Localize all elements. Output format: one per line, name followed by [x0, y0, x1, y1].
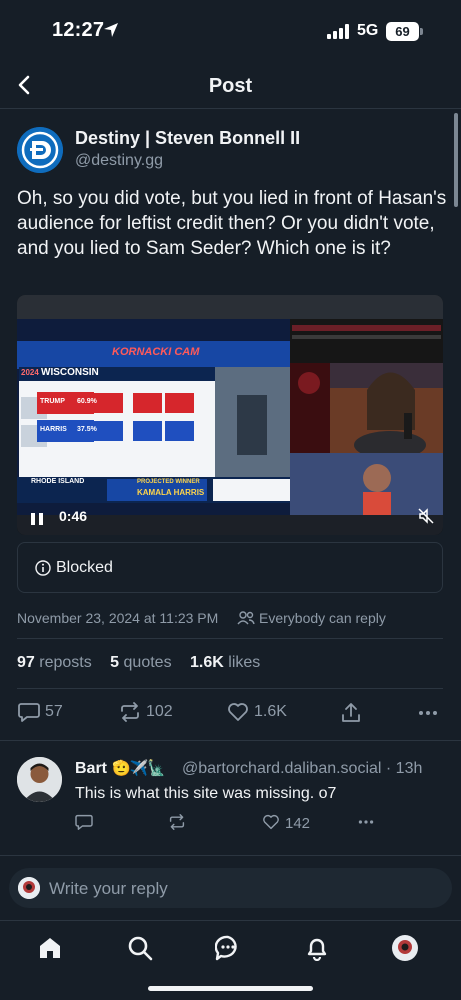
- reply-like-count: 142: [285, 815, 311, 832]
- author-name[interactable]: Destiny | Steven Bonnell II: [75, 128, 300, 149]
- status-bar: 12:27 5G 69: [0, 0, 461, 62]
- like-count: 1.6K: [254, 703, 287, 720]
- info-icon: [35, 560, 51, 576]
- avatar-photo: [17, 757, 62, 802]
- broadcast-banner: KORNACKI CAM: [112, 346, 200, 358]
- reply-author-emojis: 🫡✈️🗽: [112, 760, 166, 777]
- blocked-label: Blocked: [56, 559, 113, 576]
- reply-input-placeholder[interactable]: Write your reply: [49, 879, 168, 899]
- reply-more-button[interactable]: [356, 814, 376, 834]
- reply-author-name[interactable]: Bart: [75, 760, 107, 778]
- divider: [0, 855, 461, 856]
- comment-icon: [18, 703, 40, 722]
- reply-avatar[interactable]: [17, 757, 62, 802]
- bell-icon[interactable]: [304, 935, 330, 961]
- page-title: Post: [208, 75, 253, 97]
- reply-text: This is what this site was missing. o7: [75, 785, 337, 802]
- reply-button[interactable]: 57: [18, 700, 78, 724]
- quotes-label[interactable]: quotes: [124, 654, 172, 671]
- reposts-count[interactable]: 97: [17, 654, 35, 671]
- likes-count[interactable]: 1.6K: [190, 654, 224, 671]
- candidate-harris-pct: 37.5%: [77, 426, 97, 433]
- network-type: 5G: [357, 22, 379, 39]
- avatar-photo: [18, 877, 40, 899]
- reply-comment-button[interactable]: [75, 814, 95, 834]
- status-time: 12:27: [52, 19, 105, 41]
- current-user-avatar: [18, 877, 40, 899]
- nav-header: Post: [0, 62, 461, 109]
- projected-label: PROJECTED WINNER: [137, 479, 200, 485]
- video-time: 0:46: [59, 508, 88, 524]
- state-year: 2024: [21, 368, 39, 377]
- heart-icon: [228, 703, 248, 721]
- lower-state: RHODE ISLAND: [31, 478, 85, 485]
- home-indicator: [148, 986, 313, 991]
- video-player[interactable]: KORNACKI CAM 2024 WISCONSIN TRUMP 60.9% …: [17, 295, 443, 535]
- post-text: Oh, so you did vote, but you lied in fro…: [17, 188, 447, 259]
- heart-icon: [263, 814, 279, 830]
- reply-count: 57: [45, 703, 63, 720]
- reply-like-button[interactable]: 142: [262, 814, 322, 834]
- reposts-label[interactable]: reposts: [39, 654, 91, 671]
- state-title: WISCONSIN: [41, 367, 99, 378]
- likes-label[interactable]: likes: [228, 654, 260, 671]
- like-button[interactable]: 1.6K: [227, 700, 293, 724]
- divider: [0, 740, 461, 741]
- projected-name: KAMALA HARRIS: [137, 488, 205, 497]
- comment-icon: [75, 814, 93, 830]
- location-arrow-icon: [104, 23, 118, 37]
- author-avatar[interactable]: [17, 127, 63, 173]
- scrollbar[interactable]: [454, 113, 458, 207]
- reply-permission[interactable]: Everybody can reply: [259, 610, 386, 626]
- author-handle[interactable]: @destiny.gg: [75, 152, 163, 170]
- people-icon: [237, 611, 255, 625]
- ellipsis-icon: [419, 711, 437, 715]
- blocked-quote[interactable]: Blocked: [17, 542, 443, 593]
- pause-icon[interactable]: [30, 512, 44, 526]
- more-button[interactable]: [417, 700, 439, 724]
- share-button[interactable]: [340, 700, 362, 724]
- repost-button[interactable]: 102: [119, 700, 179, 724]
- reply-repost-button[interactable]: [168, 814, 188, 834]
- reply-composer[interactable]: Write your reply: [9, 868, 452, 908]
- battery-icon: 69: [386, 22, 419, 41]
- mute-icon[interactable]: [418, 508, 434, 524]
- chat-icon[interactable]: [215, 935, 241, 961]
- post-date: November 23, 2024 at 11:23 PM: [17, 610, 219, 626]
- repost-icon: [121, 702, 139, 722]
- share-icon: [342, 703, 360, 722]
- divider: [17, 638, 443, 639]
- home-icon[interactable]: [37, 935, 63, 961]
- video-frame: [17, 295, 443, 535]
- candidate-harris-name: HARRIS: [40, 426, 67, 433]
- signal-icon: [327, 24, 349, 39]
- ellipsis-icon: [358, 820, 374, 824]
- destiny-logo-icon: [17, 127, 63, 173]
- candidate-trump-name: TRUMP: [40, 398, 65, 405]
- profile-avatar-icon[interactable]: [392, 935, 418, 961]
- battery-tip: [420, 28, 423, 35]
- quotes-count[interactable]: 5: [110, 654, 119, 671]
- repost-icon: [169, 814, 185, 830]
- repost-count: 102: [146, 703, 173, 720]
- divider: [17, 688, 443, 689]
- search-icon[interactable]: [127, 935, 153, 961]
- reply-author-handle[interactable]: @bartorchard.daliban.social · 13h: [182, 760, 422, 778]
- post-stats: 97 reposts 5 quotes 1.6K likes: [17, 654, 274, 672]
- candidate-trump-pct: 60.9%: [77, 398, 97, 405]
